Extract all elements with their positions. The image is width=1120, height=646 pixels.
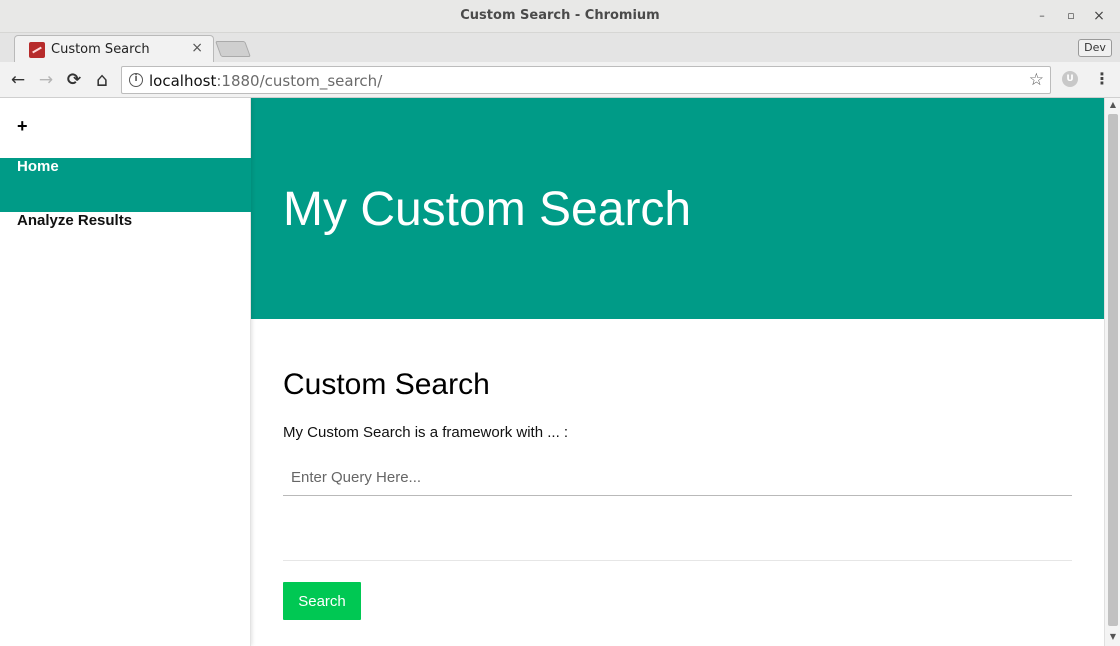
url-text: localhost:1880/custom_search/ [149,72,382,90]
hero-title: My Custom Search [283,183,692,236]
address-bar[interactable]: i localhost:1880/custom_search/ ☆ [121,66,1051,94]
divider [283,560,1072,561]
tab-label: Custom Search [51,42,150,57]
tab-custom-search[interactable]: Custom Search × [14,35,214,62]
close-window-icon[interactable]: × [1091,8,1107,24]
home-icon[interactable]: ⌂ [91,69,113,91]
sidebar-item-analyze-results[interactable]: Analyze Results [0,212,251,266]
new-tab-button[interactable] [215,41,251,57]
window-titlebar: Custom Search - Chromium – ▫ × [0,0,1120,33]
browser-toolbar: ← → ⟳ ⌂ i localhost:1880/custom_search/ … [0,62,1120,98]
query-input[interactable] [283,460,1072,496]
extension-icon[interactable]: U [1062,71,1078,87]
maximize-icon[interactable]: ▫ [1063,8,1079,24]
url-host: localhost [149,72,217,90]
reload-icon[interactable]: ⟳ [63,69,85,91]
tab-strip: Custom Search × Dev [0,33,1120,62]
sidebar-plus-icon[interactable]: + [17,116,28,137]
page-viewport: + Home Analyze Results My Custom Search … [0,98,1104,646]
info-icon[interactable]: i [129,73,143,87]
minimize-icon[interactable]: – [1034,8,1050,24]
scroll-up-icon[interactable]: ▲ [1105,98,1120,112]
sidebar: + Home Analyze Results [0,98,251,646]
section-heading: Custom Search [283,368,490,401]
browser-menu-icon[interactable]: ⋮ [1094,69,1110,88]
scrollbar-thumb[interactable] [1108,114,1118,626]
page-scrollbar[interactable]: ▲ ▼ [1104,98,1120,646]
dev-channel-badge: Dev [1078,39,1112,57]
section-description: My Custom Search is a framework with ...… [283,424,569,441]
window-title: Custom Search - Chromium [460,8,660,23]
scroll-down-icon[interactable]: ▼ [1105,630,1120,644]
back-icon[interactable]: ← [7,69,29,91]
url-path: :1880/custom_search/ [216,72,383,90]
sidebar-item-home[interactable]: Home [0,158,251,212]
tab-close-icon[interactable]: × [191,40,203,56]
search-button[interactable]: Search [283,582,361,620]
forward-icon[interactable]: → [35,69,57,91]
main-content: My Custom Search Custom Search My Custom… [251,98,1104,646]
bookmark-star-icon[interactable]: ☆ [1029,70,1044,90]
node-red-favicon-icon [29,42,45,58]
hero-banner: My Custom Search [251,98,1104,319]
